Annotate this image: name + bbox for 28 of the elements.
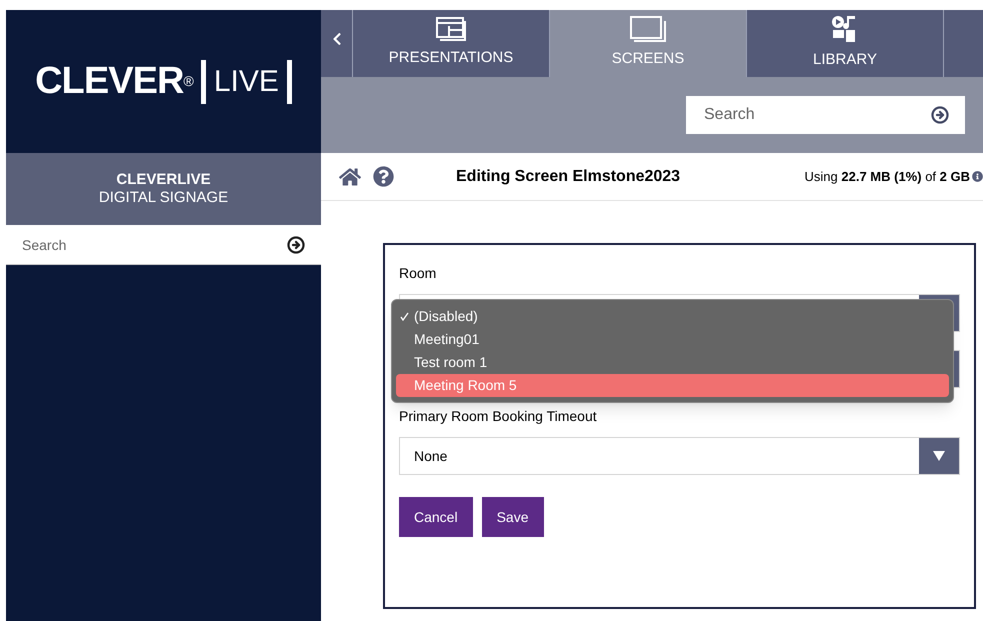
help-icon[interactable]	[373, 166, 394, 187]
menu-option[interactable]: Meeting01	[396, 328, 949, 351]
cancel-button[interactable]: Cancel	[399, 497, 473, 537]
logo: CLEVER$^{®}$ LIVE	[6, 10, 321, 153]
home-icon[interactable]	[339, 166, 361, 188]
layout-icon	[436, 17, 466, 42]
sidebar-search-field[interactable]: Search	[22, 225, 287, 264]
save-button[interactable]: Save	[482, 497, 544, 537]
select-value: None	[414, 446, 448, 466]
info-icon[interactable]	[972, 171, 983, 182]
sidebar-subtitle: DIGITAL SIGNAGE	[98, 189, 228, 207]
menu-option[interactable]: (Disabled)	[396, 305, 949, 328]
menu-option[interactable]: Test room 1	[396, 351, 949, 374]
storage-usage: Using 22.7 MB (1%) of 2 GB	[804, 168, 970, 186]
search-field[interactable]: Search	[704, 96, 931, 134]
select-field[interactable]: None	[399, 437, 960, 475]
checkmark-icon	[400, 312, 409, 321]
search-box[interactable]: Search	[686, 96, 965, 134]
sidebar-title: CLEVERLIVE	[116, 171, 211, 189]
caret-icon	[933, 451, 945, 461]
field-label: Primary Room Booking Timeout	[399, 407, 598, 426]
field-label: Room	[399, 264, 438, 283]
monitor-icon	[630, 16, 666, 42]
page-title: Editing Screen Elmstone2023	[456, 166, 680, 186]
sidebar-search-box[interactable]: Search	[6, 225, 321, 265]
dropdown-toggle[interactable]	[919, 438, 959, 474]
go-icon[interactable]	[931, 106, 949, 124]
go-icon[interactable]	[287, 236, 305, 254]
